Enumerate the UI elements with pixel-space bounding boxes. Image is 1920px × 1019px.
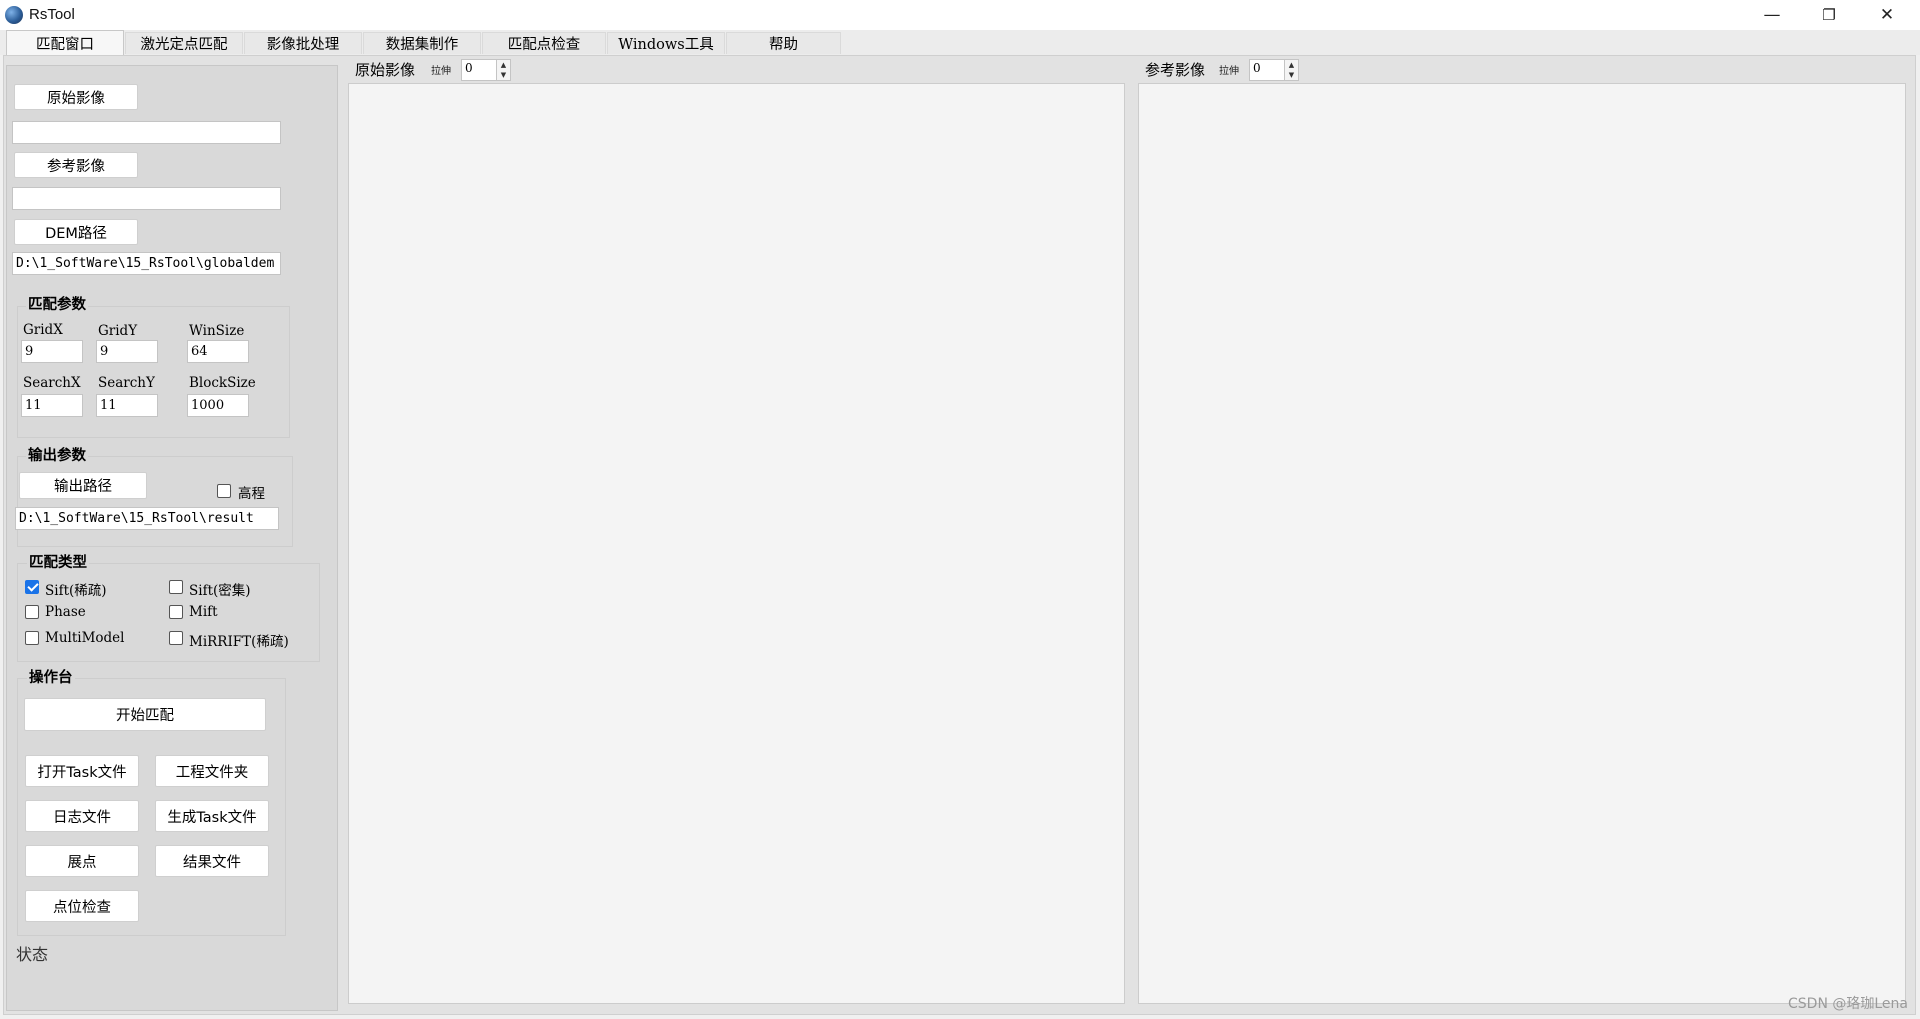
- sift-dense-checkbox[interactable]: [169, 580, 183, 594]
- source-stretch-up-icon[interactable]: ▲: [496, 60, 510, 70]
- source-image-path-input[interactable]: [12, 121, 281, 144]
- check-points-button[interactable]: 点位检查: [25, 890, 139, 922]
- close-button[interactable]: ✕: [1858, 0, 1916, 30]
- tab-match-point-check[interactable]: 匹配点检查: [482, 32, 606, 54]
- mirrift-sparse-checkbox[interactable]: [169, 631, 183, 645]
- gridx-input[interactable]: 9: [21, 340, 83, 363]
- output-path-button[interactable]: 输出路径: [19, 472, 147, 499]
- mirrift-sparse-label: MiRRIFT(稀疏): [189, 634, 289, 650]
- winsize-label: WinSize: [189, 323, 245, 339]
- source-viewer-title: 原始影像: [355, 61, 416, 79]
- show-points-button[interactable]: 展点: [25, 845, 139, 877]
- tab-laser-point-match[interactable]: 激光定点匹配: [125, 32, 243, 54]
- source-image-view[interactable]: [348, 83, 1125, 1004]
- open-task-file-button[interactable]: 打开Task文件: [25, 755, 139, 787]
- tab-windows-tools[interactable]: Windows工具: [607, 32, 725, 54]
- gridy-label: GridY: [98, 323, 138, 339]
- source-image-button[interactable]: 原始影像: [14, 84, 138, 110]
- reference-image-view[interactable]: [1138, 83, 1906, 1004]
- output-path-input[interactable]: D:\1_SoftWare\15_RsTool\result: [15, 507, 279, 530]
- reference-stretch-up-icon[interactable]: ▲: [1284, 60, 1298, 70]
- multimodel-label: MultiModel: [45, 630, 125, 646]
- status-label: 状态: [16, 945, 49, 964]
- match-type-title: 匹配类型: [27, 551, 89, 572]
- window-title: RsTool: [29, 6, 75, 23]
- app-globe-icon: [5, 6, 23, 24]
- gridy-input[interactable]: 9: [96, 340, 158, 363]
- sift-sparse-label: Sift(稀疏): [45, 583, 107, 599]
- match-params-title: 匹配参数: [26, 293, 88, 314]
- phase-checkbox[interactable]: [25, 605, 39, 619]
- tab-dataset-creation[interactable]: 数据集制作: [363, 32, 481, 54]
- multimodel-checkbox[interactable]: [25, 631, 39, 645]
- source-stretch-down-icon[interactable]: ▼: [496, 70, 510, 80]
- blocksize-input[interactable]: 1000: [187, 394, 249, 417]
- source-stretch-label: 拉伸: [431, 66, 451, 77]
- gridx-label: GridX: [23, 322, 63, 338]
- blocksize-label: BlockSize: [189, 375, 256, 391]
- title-bar: [0, 0, 1920, 30]
- sift-sparse-checkbox[interactable]: [25, 580, 39, 594]
- winsize-input[interactable]: 64: [187, 340, 249, 363]
- searchx-input[interactable]: 11: [21, 394, 83, 417]
- mift-checkbox[interactable]: [169, 605, 183, 619]
- sift-dense-label: Sift(密集): [189, 583, 251, 599]
- restore-button[interactable]: ❐: [1800, 0, 1858, 30]
- dem-path-input[interactable]: D:\1_SoftWare\15_RsTool\globaldem: [12, 252, 281, 275]
- console-title: 操作台: [27, 666, 75, 687]
- searchx-label: SearchX: [23, 375, 81, 391]
- source-stretch-spinbox[interactable]: 0 ▲ ▼: [461, 59, 511, 81]
- minimize-button[interactable]: —: [1743, 0, 1801, 30]
- generate-task-file-button[interactable]: 生成Task文件: [155, 800, 269, 832]
- elevation-checkbox[interactable]: [217, 484, 231, 498]
- log-file-button[interactable]: 日志文件: [25, 800, 139, 832]
- tab-image-batch[interactable]: 影像批处理: [244, 32, 362, 54]
- phase-label: Phase: [45, 604, 86, 620]
- searchy-input[interactable]: 11: [96, 394, 158, 417]
- reference-viewer-title: 参考影像: [1145, 61, 1206, 79]
- mift-label: Mift: [189, 604, 218, 620]
- watermark: CSDN @珞珈Lena: [1788, 996, 1908, 1012]
- reference-image-path-input[interactable]: [12, 187, 281, 210]
- reference-stretch-value: 0: [1253, 61, 1261, 75]
- reference-stretch-label: 拉伸: [1219, 66, 1239, 77]
- dem-path-button[interactable]: DEM路径: [14, 219, 138, 245]
- tab-help[interactable]: 帮助: [726, 32, 841, 54]
- searchy-label: SearchY: [98, 375, 155, 391]
- result-file-button[interactable]: 结果文件: [155, 845, 269, 877]
- source-stretch-value: 0: [465, 61, 473, 75]
- elevation-label: 高程: [238, 486, 265, 502]
- output-path-text: D:\1_SoftWare\15_RsTool\result: [19, 511, 254, 526]
- project-folder-button[interactable]: 工程文件夹: [155, 755, 269, 787]
- start-match-button[interactable]: 开始匹配: [24, 698, 266, 731]
- reference-stretch-spinbox[interactable]: 0 ▲ ▼: [1249, 59, 1299, 81]
- tab-match-window[interactable]: 匹配窗口: [6, 30, 124, 55]
- reference-image-button[interactable]: 参考影像: [14, 152, 138, 178]
- reference-stretch-down-icon[interactable]: ▼: [1284, 70, 1298, 80]
- output-params-title: 输出参数: [26, 444, 88, 465]
